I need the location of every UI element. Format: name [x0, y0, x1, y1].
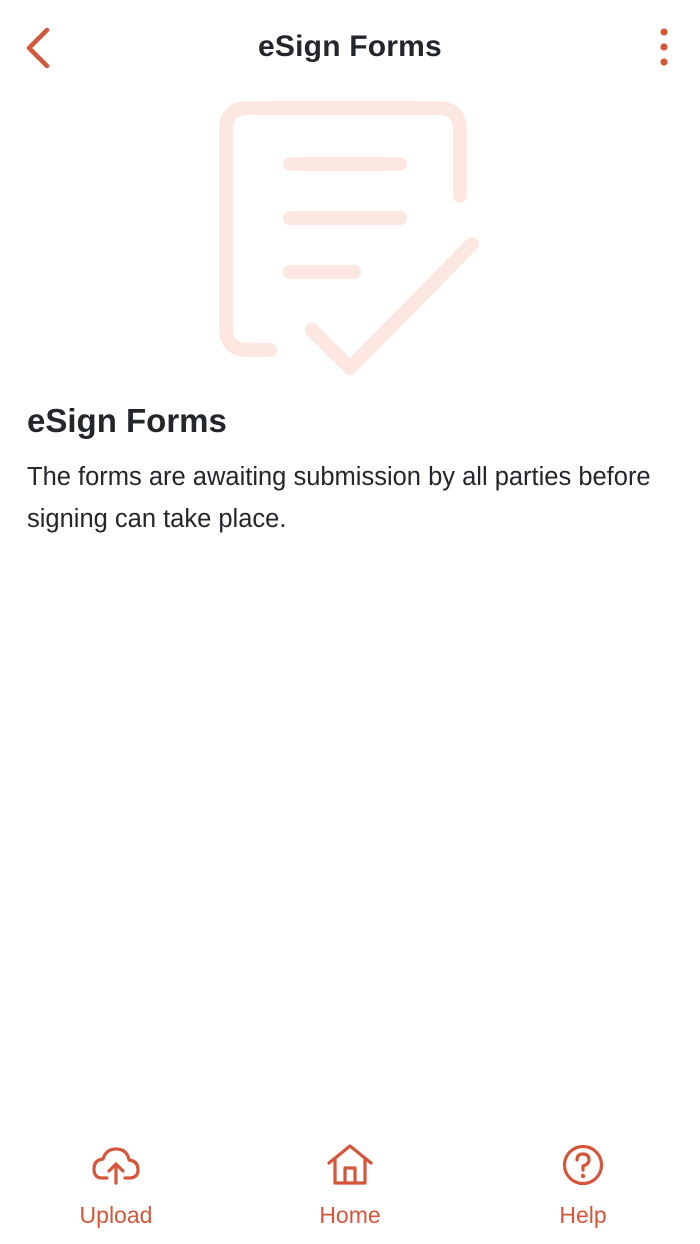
nav-home[interactable]: Home	[270, 1140, 430, 1240]
document-check-icon	[210, 96, 500, 386]
nav-home-label: Home	[319, 1202, 381, 1228]
bottom-navigation: Upload Home Help	[0, 1130, 700, 1244]
more-options-button[interactable]	[642, 22, 686, 72]
page-title: eSign Forms	[258, 30, 442, 63]
nav-help-label: Help	[559, 1202, 607, 1228]
nav-help[interactable]: Help	[503, 1140, 663, 1240]
section-title: eSign Forms	[27, 402, 227, 439]
app-header: eSign Forms	[0, 0, 700, 100]
nav-upload[interactable]: Upload	[36, 1140, 196, 1240]
section-description: The forms are awaiting submission by all…	[27, 463, 651, 533]
cloud-upload-icon	[91, 1140, 141, 1190]
more-vertical-icon	[660, 28, 668, 66]
nav-upload-label: Upload	[79, 1202, 153, 1228]
esign-forms-screen: eSign Forms eSign Forms The forms are aw…	[0, 0, 700, 1244]
help-circle-icon	[558, 1140, 608, 1190]
home-icon	[325, 1140, 375, 1190]
